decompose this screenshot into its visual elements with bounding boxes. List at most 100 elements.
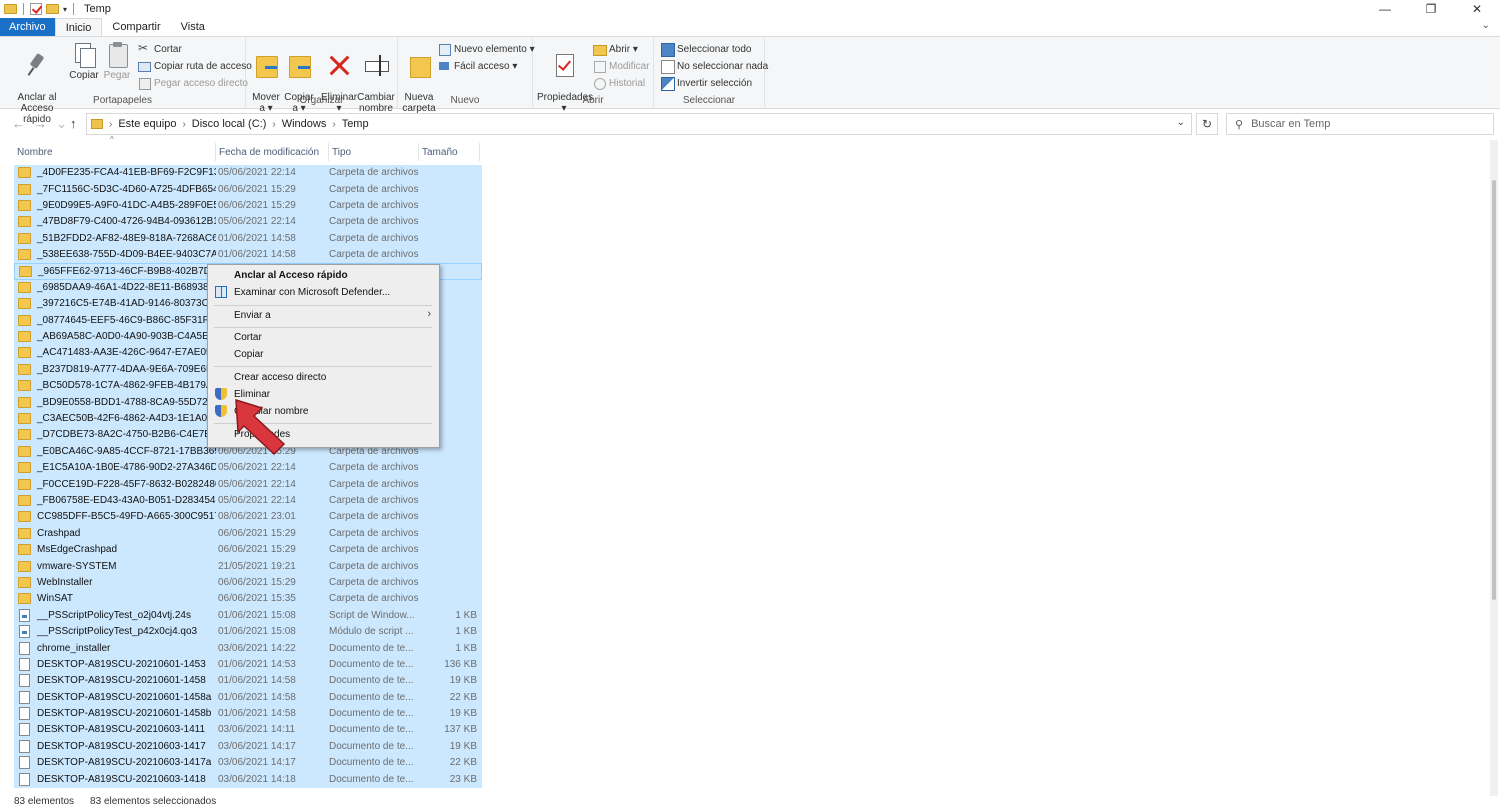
select-all-button[interactable]: Seleccionar todo (661, 43, 752, 57)
table-row[interactable]: DESKTOP-A819SCU-20210603-1418 03/06/2021 … (14, 771, 482, 788)
cell-size: 136 KB (444, 658, 477, 670)
open-button[interactable]: Abrir ▾ (593, 43, 638, 56)
breadcrumb-windows[interactable]: Windows (282, 118, 327, 130)
table-row[interactable]: Crashpad 06/06/2021 15:29 Carpeta de archi… (14, 525, 482, 542)
menu-item-copy[interactable]: Copiar (208, 346, 439, 363)
easy-access-label: Fácil acceso ▾ (454, 60, 518, 72)
close-button[interactable]: ✕ (1454, 0, 1500, 18)
table-row[interactable]: __PSScriptPolicyTest_p42x0cj4.qo3 01/06/2… (14, 623, 482, 641)
back-arrow-icon[interactable]: ← (12, 116, 25, 131)
file-name: Crashpad (37, 527, 81, 539)
table-row[interactable]: _47BD8F79-C400-4726-94B4-093612B1282905/… (14, 214, 482, 231)
table-row[interactable]: chrome_installer 03/06/2021 14:22 Document… (14, 640, 482, 657)
table-row[interactable]: _4D0FE235-FCA4-41EB-BF69-F2C9F137B1...05… (14, 165, 482, 182)
table-row[interactable]: DESKTOP-A819SCU-20210601-1453 01/06/2021 … (14, 656, 482, 674)
edit-icon (593, 60, 606, 73)
chevron-right-icon[interactable]: › (109, 119, 112, 130)
paste-shortcut-button[interactable]: Pegar acceso directo (138, 77, 248, 90)
table-row[interactable]: _9E0D99E5-A9F0-41DC-A4B5-289F0E58D...06/… (14, 197, 482, 215)
folder-icon (18, 249, 31, 261)
table-row[interactable]: _538EE638-755D-4D09-B4EE-9403C7ADF0...01… (14, 246, 482, 264)
ribbon-expand-icon[interactable]: ⌄ (1482, 20, 1490, 31)
cell-name: _6985DAA9-46A1-4D22-8E11-B689384AA... (14, 281, 216, 293)
properties-icon[interactable] (30, 3, 42, 15)
menu-item-cut[interactable]: Cortar (208, 329, 439, 346)
table-row[interactable]: DESKTOP-A819SCU-20210603-1411 03/06/2021 … (14, 722, 482, 739)
table-row[interactable]: CC985DFF-B5C5-49FD-A665-300C95172E...08/… (14, 509, 482, 526)
menu-item-pin[interactable]: Anclar al Acceso rápido (208, 267, 439, 284)
tab-archivo[interactable]: Archivo (0, 18, 55, 36)
refresh-button[interactable]: ↻ (1196, 113, 1218, 135)
cell-type: Script de Window... (329, 609, 415, 621)
chevron-down-icon[interactable]: ⌄ (1177, 117, 1185, 128)
customize-toolbar-icon[interactable]: ▾ (63, 5, 67, 14)
tab-vista[interactable]: Vista (171, 18, 215, 36)
menu-item-defender[interactable]: Examinar con Microsoft Defender... (208, 284, 439, 301)
edit-button[interactable]: Modificar (593, 60, 650, 73)
copy-label: Copiar (69, 70, 99, 81)
open-label: Abrir ▾ (609, 43, 638, 55)
breadcrumb-disco-local[interactable]: Disco local (C:) (192, 118, 267, 130)
cell-type: Documento de te... (329, 773, 414, 785)
shield-icon (215, 388, 227, 400)
vertical-scrollbar[interactable] (1490, 140, 1498, 796)
menu-item-create-shortcut[interactable]: Crear acceso directo (208, 369, 439, 386)
text-document-icon (19, 723, 30, 737)
select-none-button[interactable]: No seleccionar nada (661, 60, 768, 74)
chevron-right-icon[interactable]: › (332, 119, 335, 130)
history-button[interactable]: Historial (593, 77, 645, 90)
table-row[interactable]: _51B2FDD2-AF82-48E9-818A-7268AC6EE...01/… (14, 230, 482, 247)
table-row[interactable]: DESKTOP-A819SCU-20210603-1417 03/06/2021 … (14, 738, 482, 756)
table-row[interactable]: _F0CCE19D-F228-45F7-8632-B0282486517605/… (14, 476, 482, 493)
recent-locations-icon[interactable]: ⌄ (56, 116, 67, 132)
script-file-icon (19, 625, 30, 639)
up-arrow-icon[interactable]: ↑ (70, 116, 77, 131)
cell-name: DESKTOP-A819SCU-20210603-1417 (14, 739, 216, 753)
column-size[interactable]: Tamaño (419, 143, 480, 161)
column-name[interactable]: Nombre (14, 143, 216, 161)
column-type[interactable]: Tipo (329, 143, 419, 161)
table-row[interactable]: WinSAT 06/06/2021 15:35 Carpeta de archivo… (14, 591, 482, 608)
invert-selection-button[interactable]: Invertir selección (661, 77, 752, 91)
breadcrumb-temp[interactable]: Temp (342, 118, 369, 130)
copy-path-button[interactable]: Copiar ruta de acceso (138, 60, 252, 72)
minimize-button[interactable]: — (1362, 0, 1408, 18)
folder-icon (18, 413, 31, 425)
breadcrumb-este-equipo[interactable]: Este equipo (118, 118, 176, 130)
new-folder-icon[interactable] (46, 4, 59, 14)
cell-name: __PSScriptPolicyTest_o2j04vtj.24s (14, 608, 216, 622)
invert-selection-icon (661, 77, 675, 91)
table-row[interactable]: vmware-SYSTEM 21/05/2021 19:21 Carpeta de … (14, 558, 482, 575)
table-row[interactable]: MsEdgeCrashpad 06/06/2021 15:29 Carpeta de… (14, 541, 482, 559)
table-row[interactable]: DESKTOP-A819SCU-20210603-1417a 03/06/2021… (14, 755, 482, 772)
table-row[interactable]: DESKTOP-A819SCU-20210601-1458b 01/06/2021… (14, 705, 482, 723)
cell-date: 06/06/2021 15:29 (218, 544, 296, 556)
address-bar[interactable]: › Este equipo › Disco local (C:) › Windo… (86, 113, 1192, 135)
scrollbar-thumb[interactable] (1492, 180, 1496, 600)
search-input[interactable]: ⚲ Buscar en Temp (1226, 113, 1494, 135)
tab-inicio[interactable]: Inicio (54, 18, 103, 36)
table-row[interactable]: _FB06758E-ED43-43A0-B051-D2834545E1...05… (14, 492, 482, 510)
paste-button[interactable]: Pegar (102, 41, 132, 81)
table-row[interactable]: DESKTOP-A819SCU-20210601-1458 01/06/2021 … (14, 673, 482, 690)
table-row[interactable]: _7FC1156C-5D3C-4D60-A725-4DFB6546F...06/… (14, 181, 482, 198)
cell-type: Carpeta de archivos (329, 511, 419, 523)
cut-button[interactable]: Cortar (138, 41, 182, 55)
scissors-icon (138, 41, 150, 55)
new-item-button[interactable]: Nuevo elemento ▾ (438, 43, 535, 56)
chevron-right-icon[interactable]: › (272, 119, 275, 130)
easy-access-button[interactable]: Fácil acceso ▾ (438, 60, 517, 72)
table-row[interactable]: _E1C5A10A-1B0E-4786-90D2-27A346DA0...05/… (14, 460, 482, 477)
forward-arrow-icon[interactable]: → (34, 116, 47, 131)
table-row[interactable]: __PSScriptPolicyTest_o2j04vtj.24s 01/06/2… (14, 607, 482, 624)
copy-button[interactable]: Copiar (68, 41, 100, 81)
table-row[interactable]: DESKTOP-A819SCU-20210601-1458a 01/06/2021… (14, 689, 482, 706)
column-date[interactable]: Fecha de modificación (216, 143, 329, 161)
tab-compartir[interactable]: Compartir (102, 18, 170, 36)
copy-path-label: Copiar ruta de acceso (154, 60, 252, 72)
menu-item-send-to[interactable]: Enviar a › (208, 307, 439, 324)
cell-name: Crashpad (14, 527, 216, 539)
restore-button[interactable]: ❐ (1408, 0, 1454, 18)
table-row[interactable]: WebInstaller 06/06/2021 15:29 Carpeta de a… (14, 574, 482, 592)
chevron-right-icon[interactable]: › (182, 119, 185, 130)
